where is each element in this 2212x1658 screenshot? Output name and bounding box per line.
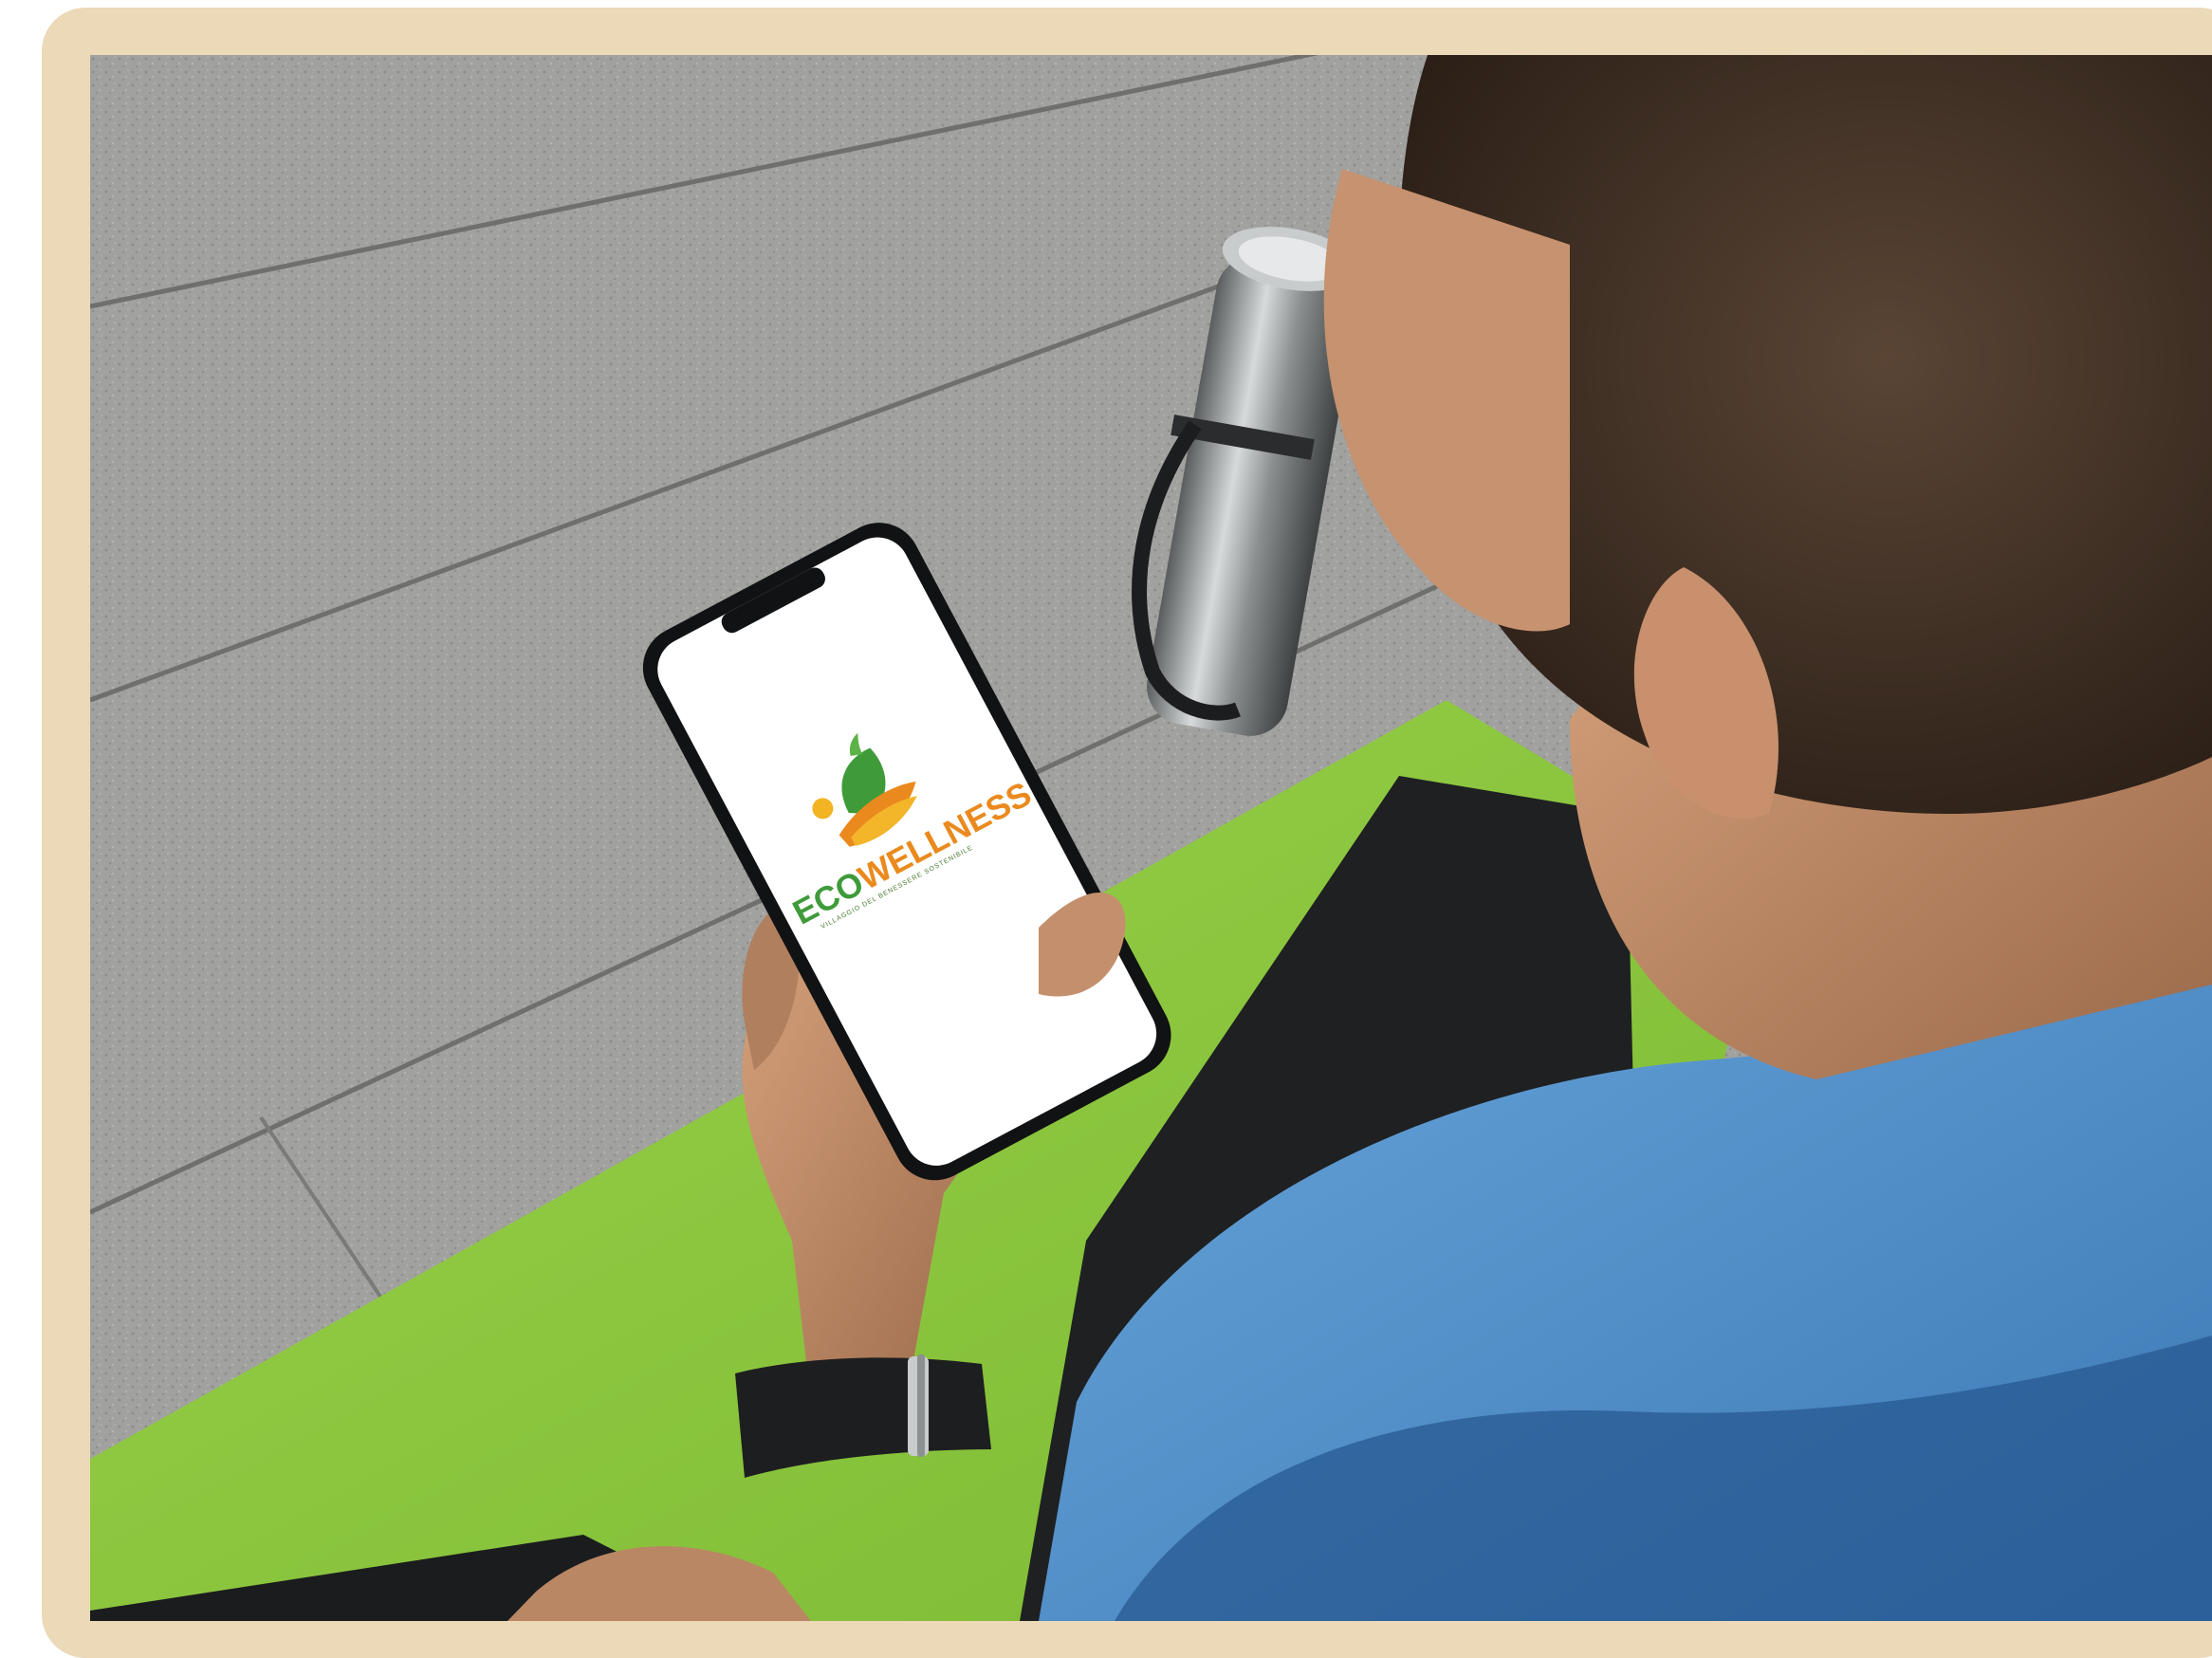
lifestyle-photo (90, 55, 2212, 1621)
photo-illustration (90, 55, 2212, 1621)
